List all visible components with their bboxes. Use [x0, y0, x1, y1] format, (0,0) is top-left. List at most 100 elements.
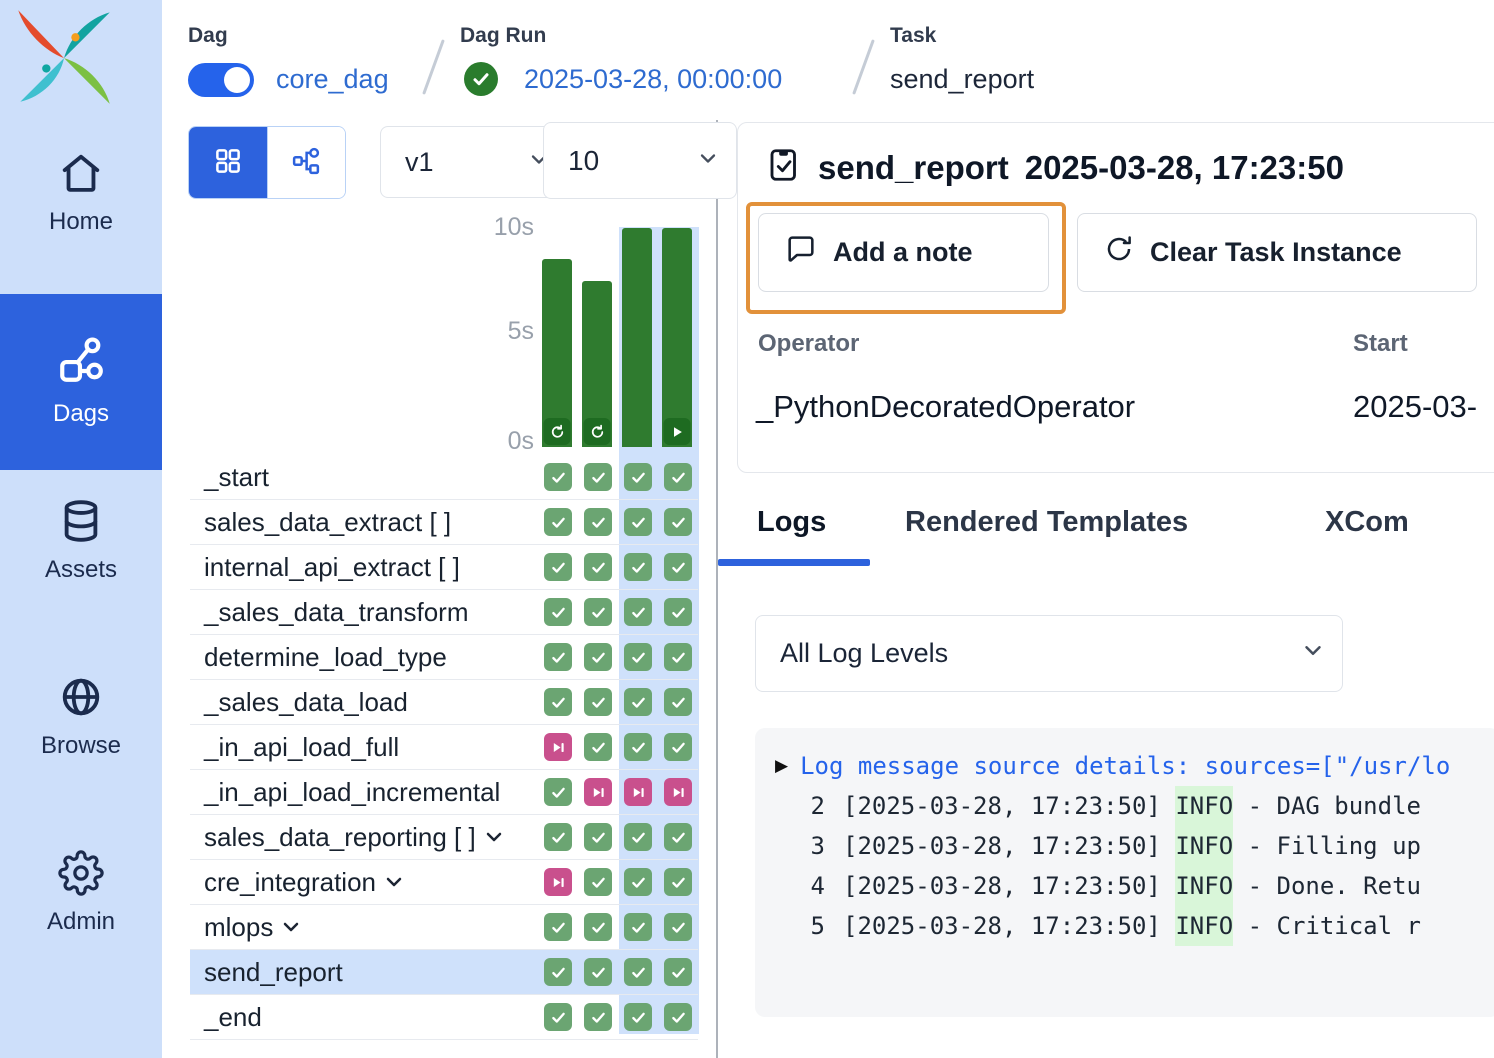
task-instance-success[interactable] — [624, 1003, 652, 1031]
task-instance-success[interactable] — [664, 733, 692, 761]
task-instance-success[interactable] — [584, 598, 612, 626]
task-instance-success[interactable] — [544, 823, 572, 851]
task-instance-skipped[interactable] — [584, 778, 612, 806]
task-instance-success[interactable] — [584, 913, 612, 941]
task-instance-success[interactable] — [544, 643, 572, 671]
task-row[interactable]: _start — [190, 455, 698, 500]
task-instance-success[interactable] — [544, 913, 572, 941]
task-row[interactable]: internal_api_extract [ ] — [190, 545, 698, 590]
graph-view-button[interactable] — [267, 127, 346, 198]
task-instance-success[interactable] — [664, 958, 692, 986]
chevron-down-icon[interactable] — [482, 825, 506, 849]
task-instance-success[interactable] — [624, 913, 652, 941]
task-row[interactable]: cre_integration — [190, 860, 698, 905]
task-instance-success[interactable] — [544, 508, 572, 536]
task-instance-success[interactable] — [584, 643, 612, 671]
task-row[interactable]: mlops — [190, 905, 698, 950]
task-instance-success[interactable] — [624, 733, 652, 761]
task-instance-success[interactable] — [584, 1003, 612, 1031]
dag-link[interactable]: core_dag — [276, 64, 389, 95]
log-line-number[interactable]: 4 — [769, 866, 825, 906]
sidebar-item-admin[interactable]: Admin — [0, 850, 162, 936]
task-instance-skipped[interactable] — [544, 733, 572, 761]
task-instance-success[interactable] — [664, 688, 692, 716]
run-duration-bar[interactable] — [622, 228, 652, 447]
log-level-badge: INFO — [1175, 866, 1233, 906]
task-instance-success[interactable] — [544, 553, 572, 581]
task-instance-success[interactable] — [544, 778, 572, 806]
add-note-button[interactable]: Add a note — [758, 213, 1049, 292]
dagrun-link[interactable]: 2025-03-28, 00:00:00 — [524, 64, 782, 95]
task-instance-success[interactable] — [544, 688, 572, 716]
sidebar-item-assets[interactable]: Assets — [0, 498, 162, 584]
tab-logs[interactable]: Logs — [757, 506, 826, 539]
task-instance-success[interactable] — [664, 553, 692, 581]
sidebar-item-dags[interactable]: Dags — [0, 294, 162, 470]
task-instance-success[interactable] — [624, 643, 652, 671]
log-line: 5 [2025-03-28, 17:23:50] INFO - Critical… — [769, 906, 1494, 946]
task-instance-success[interactable] — [664, 643, 692, 671]
log-timestamp: [2025-03-28, 17:23:50] — [843, 826, 1175, 866]
tab-xcom[interactable]: XCom — [1325, 506, 1409, 539]
task-instance-success[interactable] — [544, 598, 572, 626]
task-instance-success[interactable] — [584, 463, 612, 491]
run-duration-bar[interactable] — [662, 228, 692, 447]
log-line-number[interactable]: 5 — [769, 906, 825, 946]
task-row[interactable]: _sales_data_transform — [190, 590, 698, 635]
task-row[interactable]: send_report — [190, 950, 698, 995]
task-row[interactable]: sales_data_reporting [ ] — [190, 815, 698, 860]
log-line-number[interactable]: 2 — [769, 786, 825, 826]
task-instance-success[interactable] — [544, 1003, 572, 1031]
task-instance-success[interactable] — [624, 688, 652, 716]
tab-rendered-templates[interactable]: Rendered Templates — [905, 506, 1188, 539]
toggle-knob — [224, 67, 250, 93]
task-instance-success[interactable] — [584, 688, 612, 716]
task-instance-success[interactable] — [584, 868, 612, 896]
task-row[interactable]: sales_data_extract [ ] — [190, 500, 698, 545]
task-instance-success[interactable] — [664, 1003, 692, 1031]
task-instance-success[interactable] — [624, 553, 652, 581]
task-instance-success[interactable] — [664, 508, 692, 536]
chevron-down-icon[interactable] — [382, 870, 406, 894]
task-instance-success[interactable] — [664, 463, 692, 491]
run-count-select[interactable]: 10 — [543, 122, 737, 199]
task-instance-success[interactable] — [584, 553, 612, 581]
task-row[interactable]: determine_load_type — [190, 635, 698, 680]
task-instance-success[interactable] — [624, 598, 652, 626]
task-instance-success[interactable] — [584, 733, 612, 761]
task-row[interactable]: _sales_data_load — [190, 680, 698, 725]
run-duration-bar[interactable] — [542, 259, 572, 447]
task-instance-success[interactable] — [584, 508, 612, 536]
task-instance-success[interactable] — [624, 868, 652, 896]
log-level-select[interactable]: All Log Levels — [755, 615, 1343, 692]
log-source-details-toggle[interactable]: ▶ Log message source details: sources=["… — [769, 746, 1494, 786]
task-row[interactable]: _in_api_load_incremental — [190, 770, 698, 815]
grid-view-button[interactable] — [189, 127, 267, 198]
task-instance-success[interactable] — [624, 508, 652, 536]
task-instance-success[interactable] — [664, 823, 692, 851]
task-row[interactable]: _end — [190, 995, 698, 1040]
dag-pause-toggle[interactable] — [188, 63, 254, 97]
sidebar-item-browse[interactable]: Browse — [0, 674, 162, 760]
task-instance-skipped[interactable] — [624, 778, 652, 806]
run-duration-bar[interactable] — [582, 281, 612, 447]
task-instance-skipped[interactable] — [664, 778, 692, 806]
log-line-number[interactable]: 3 — [769, 826, 825, 866]
task-instance-success[interactable] — [624, 463, 652, 491]
task-instance-success[interactable] — [624, 823, 652, 851]
task-instance-success[interactable] — [664, 913, 692, 941]
task-instance-success[interactable] — [664, 868, 692, 896]
task-instance-success[interactable] — [584, 823, 612, 851]
task-instance-success[interactable] — [544, 463, 572, 491]
chevron-down-icon[interactable] — [279, 915, 303, 939]
task-instance-success[interactable] — [584, 958, 612, 986]
task-instance-skipped[interactable] — [544, 868, 572, 896]
task-row[interactable]: _in_api_load_full — [190, 725, 698, 770]
airflow-logo[interactable] — [12, 4, 116, 108]
sidebar-item-home[interactable]: Home — [0, 150, 162, 236]
task-instance-success[interactable] — [544, 958, 572, 986]
clear-task-instance-button[interactable]: Clear Task Instance — [1077, 213, 1477, 292]
task-instance-success[interactable] — [624, 958, 652, 986]
task-instance-success[interactable] — [664, 598, 692, 626]
dag-version-select[interactable]: v1 — [380, 126, 568, 198]
